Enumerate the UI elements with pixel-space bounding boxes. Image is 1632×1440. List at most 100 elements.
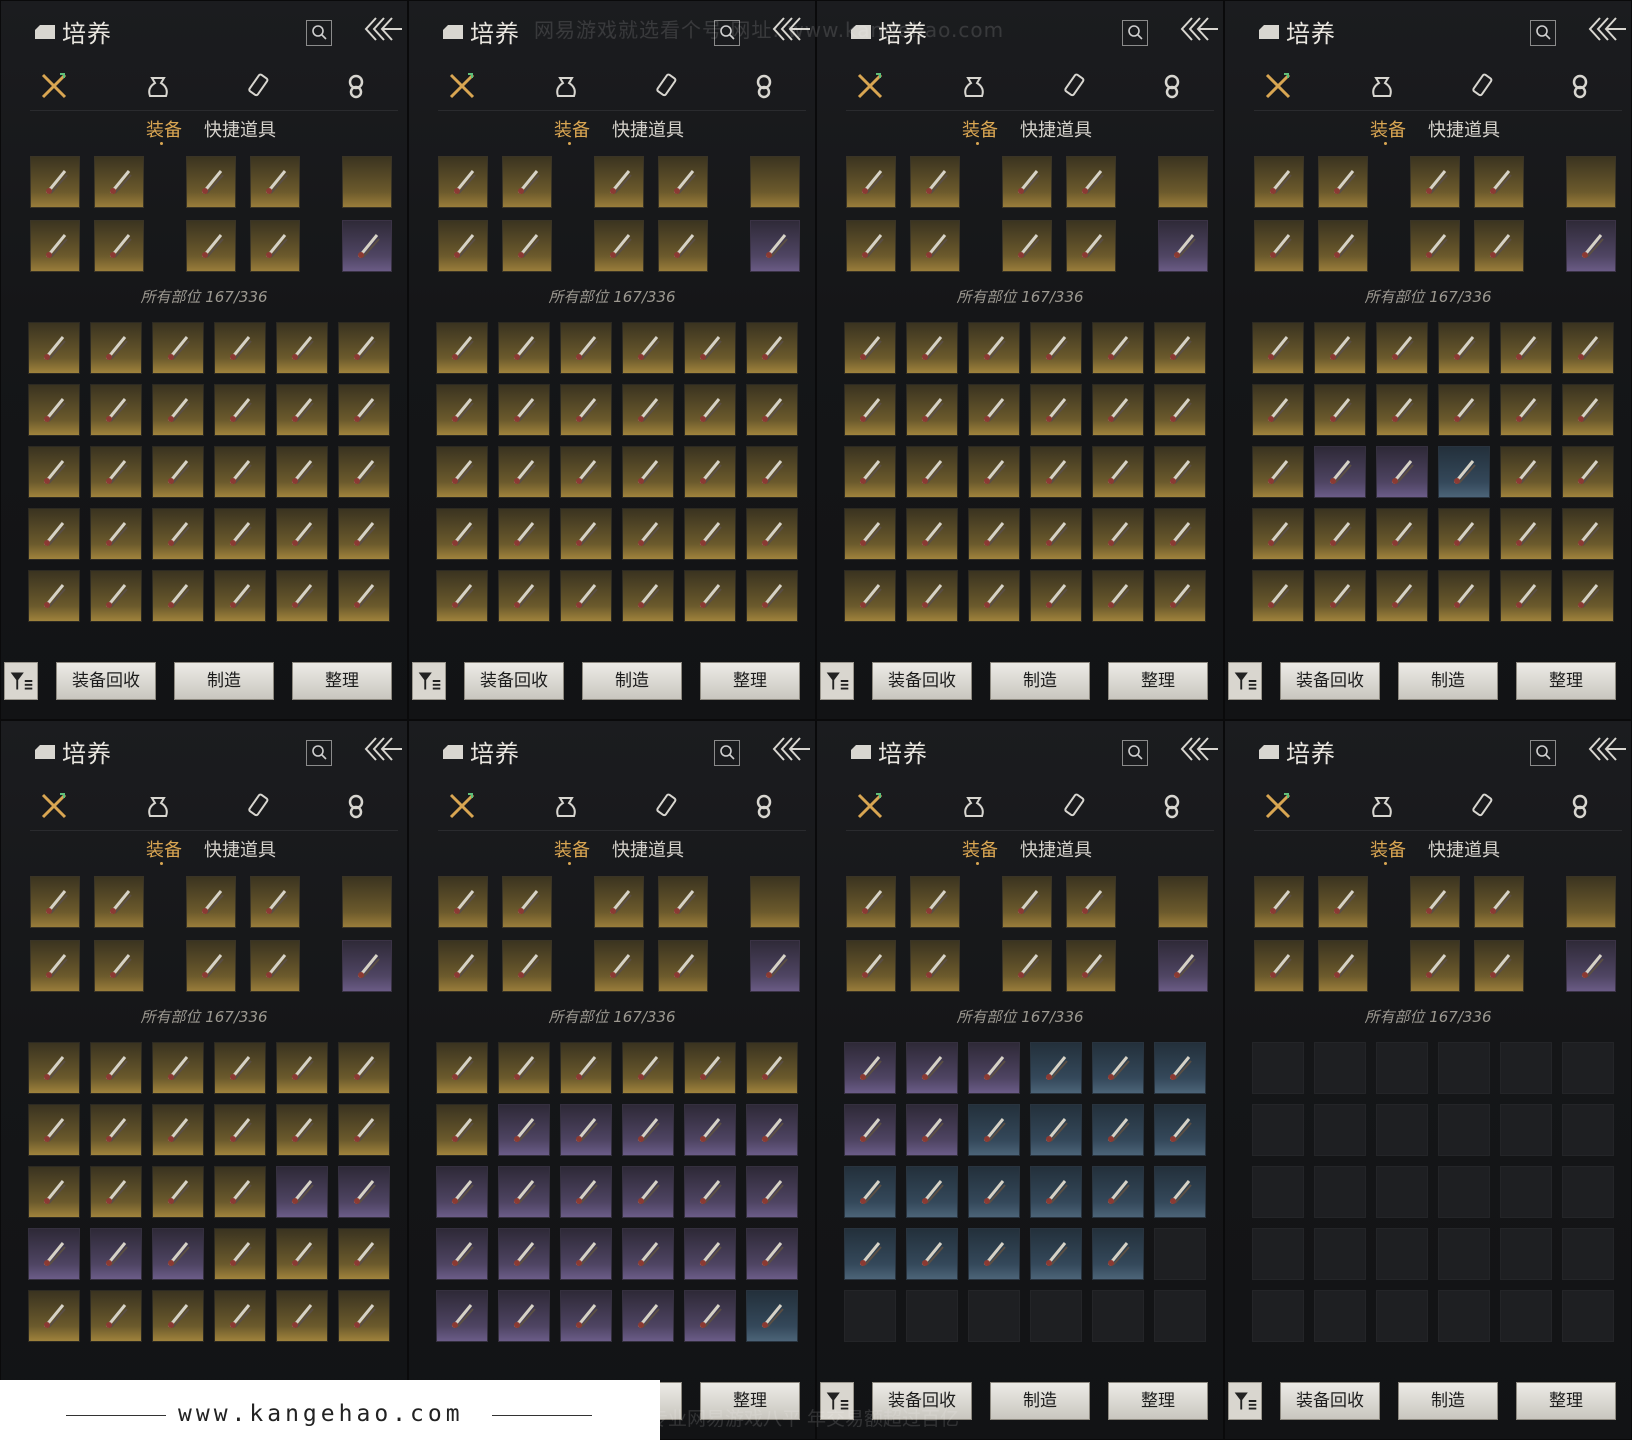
inventory-slot[interactable] [498, 1042, 550, 1094]
category-tab-4[interactable] [748, 70, 780, 102]
search-button[interactable] [1530, 20, 1556, 46]
inventory-slot[interactable] [844, 1042, 896, 1094]
inventory-slot[interactable] [1092, 1104, 1144, 1156]
category-tab-2[interactable] [142, 790, 174, 822]
equipped-slot[interactable] [1474, 156, 1524, 208]
inventory-slot[interactable] [1252, 322, 1304, 374]
inventory-slot[interactable] [1376, 384, 1428, 436]
equipped-slot[interactable] [750, 220, 800, 272]
inventory-slot[interactable] [684, 1042, 736, 1094]
inventory-slot[interactable] [152, 1166, 204, 1218]
inventory-slot[interactable] [1500, 508, 1552, 560]
inventory-slot[interactable] [1252, 384, 1304, 436]
equipped-slot[interactable] [846, 876, 896, 928]
inventory-slot[interactable] [1092, 322, 1144, 374]
recycle-button[interactable]: 装备回收 [464, 662, 564, 700]
inventory-slot[interactable] [560, 446, 612, 498]
inventory-slot[interactable] [1500, 570, 1552, 622]
inventory-slot[interactable] [1092, 446, 1144, 498]
inventory-slot[interactable] [498, 570, 550, 622]
equipped-slot[interactable] [438, 940, 488, 992]
filter-button[interactable] [1228, 662, 1262, 700]
inventory-slot[interactable] [436, 446, 488, 498]
inventory-slot[interactable] [622, 322, 674, 374]
category-tab-3[interactable] [1060, 790, 1092, 822]
inventory-slot[interactable] [152, 570, 204, 622]
equipped-slot[interactable] [1002, 940, 1052, 992]
inventory-slot[interactable] [152, 1228, 204, 1280]
equipped-slot[interactable] [910, 940, 960, 992]
organize-button[interactable]: 整理 [1516, 1382, 1616, 1420]
inventory-slot[interactable] [338, 322, 390, 374]
inventory-slot[interactable] [28, 1042, 80, 1094]
back-button[interactable] [362, 734, 402, 764]
organize-button[interactable]: 整理 [1516, 662, 1616, 700]
category-tab-2[interactable] [958, 70, 990, 102]
inventory-slot[interactable] [560, 322, 612, 374]
inventory-slot[interactable] [276, 1166, 328, 1218]
equipped-slot[interactable] [94, 156, 144, 208]
inventory-slot[interactable] [90, 322, 142, 374]
equipped-slot-bow[interactable] [342, 876, 392, 928]
inventory-slot[interactable] [1154, 322, 1206, 374]
inventory-slot[interactable] [684, 1228, 736, 1280]
inventory-slot[interactable] [338, 1104, 390, 1156]
inventory-slot[interactable] [746, 508, 798, 560]
equipped-slot[interactable] [438, 876, 488, 928]
inventory-slot[interactable] [844, 322, 896, 374]
inventory-slot[interactable] [436, 1104, 488, 1156]
inventory-slot[interactable] [498, 322, 550, 374]
inventory-slot[interactable] [276, 1104, 328, 1156]
tab-quick-items[interactable]: 快捷道具 [204, 116, 276, 142]
category-tab-1[interactable] [1262, 790, 1294, 822]
equipped-slot[interactable] [1410, 940, 1460, 992]
inventory-slot[interactable] [1154, 1104, 1206, 1156]
category-tab-2[interactable] [958, 790, 990, 822]
equipped-slot[interactable] [846, 940, 896, 992]
equipped-slot[interactable] [1002, 876, 1052, 928]
equipped-slot[interactable] [658, 220, 708, 272]
category-tab-4[interactable] [1564, 70, 1596, 102]
equipped-slot[interactable] [1474, 940, 1524, 992]
inventory-slot[interactable] [90, 1228, 142, 1280]
equipped-slot[interactable] [1066, 940, 1116, 992]
inventory-slot[interactable] [1500, 384, 1552, 436]
inventory-slot[interactable] [1438, 508, 1490, 560]
equipped-slot[interactable] [658, 876, 708, 928]
equipped-slot[interactable] [186, 220, 236, 272]
inventory-slot[interactable] [1438, 384, 1490, 436]
inventory-slot[interactable] [152, 508, 204, 560]
inventory-slot[interactable] [560, 1166, 612, 1218]
equipped-slot[interactable] [342, 940, 392, 992]
equipped-slot-bow[interactable] [342, 156, 392, 208]
inventory-slot[interactable] [968, 1042, 1020, 1094]
inventory-slot[interactable] [436, 508, 488, 560]
equipped-slot[interactable] [94, 940, 144, 992]
category-tab-2[interactable] [142, 70, 174, 102]
equipped-slot[interactable] [594, 940, 644, 992]
inventory-slot[interactable] [28, 1104, 80, 1156]
inventory-slot[interactable] [1030, 508, 1082, 560]
inventory-slot[interactable] [906, 1166, 958, 1218]
inventory-slot[interactable] [28, 508, 80, 560]
inventory-slot[interactable] [1154, 1166, 1206, 1218]
equipped-slot[interactable] [658, 940, 708, 992]
inventory-slot[interactable] [622, 446, 674, 498]
inventory-slot[interactable] [28, 570, 80, 622]
inventory-slot[interactable] [684, 570, 736, 622]
inventory-slot[interactable] [28, 446, 80, 498]
inventory-slot[interactable] [1252, 570, 1304, 622]
inventory-slot[interactable] [214, 322, 266, 374]
inventory-slot[interactable] [622, 384, 674, 436]
category-tab-2[interactable] [1366, 70, 1398, 102]
tab-equipment[interactable]: 装备 [1370, 116, 1406, 142]
inventory-slot[interactable] [684, 446, 736, 498]
inventory-slot[interactable] [1500, 322, 1552, 374]
equipped-slot[interactable] [1254, 940, 1304, 992]
inventory-slot[interactable] [906, 446, 958, 498]
inventory-slot[interactable] [152, 322, 204, 374]
craft-button[interactable]: 制造 [174, 662, 274, 700]
equipped-slot[interactable] [594, 220, 644, 272]
inventory-slot[interactable] [746, 1290, 798, 1342]
inventory-slot[interactable] [906, 508, 958, 560]
